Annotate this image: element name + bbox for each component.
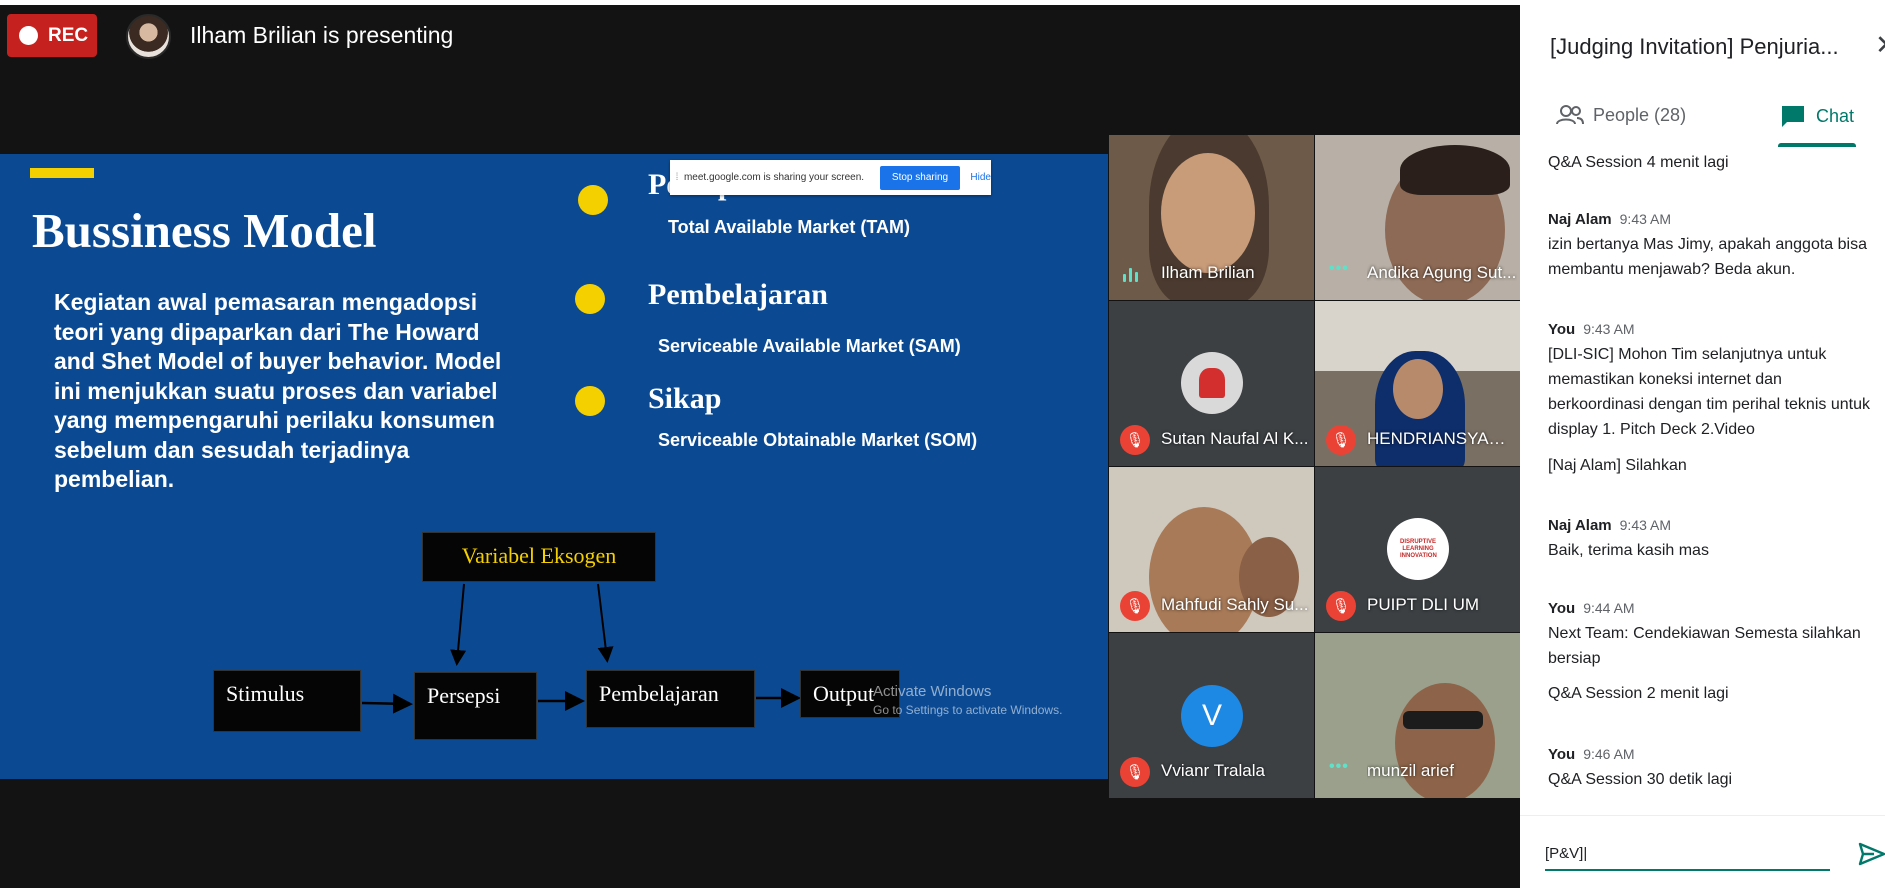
message-text: izin bertanya Mas Jimy, apakah anggota b… — [1548, 236, 1867, 278]
chat-icon — [1782, 106, 1804, 127]
chat-input[interactable] — [1545, 837, 1830, 871]
share-banner-text: meet.google.com is sharing your screen. — [683, 172, 865, 183]
tab-chat[interactable]: Chat — [1780, 104, 1854, 128]
message-text: Baik, terima kasih mas — [1548, 542, 1709, 559]
recording-badge[interactable]: REC — [7, 14, 97, 57]
participant-tile[interactable]: ••• munzil arief — [1315, 633, 1520, 798]
participant-logo: DISRUPTIVE LEARNING INNOVATION — [1387, 518, 1449, 580]
watermark-subtitle: Go to Settings to activate Windows. — [873, 703, 1063, 717]
side-panel: [Judging Invitation] Penjuria... ✕ Peopl… — [1520, 0, 1885, 888]
participant-tile[interactable]: 🎙 Sutan Naufal Al K... — [1109, 301, 1314, 466]
participant-name: HENDRIANSYAH ... — [1367, 429, 1517, 448]
message-text: [DLI-SIC] Mohon Tim selanjutnya untuk me… — [1548, 346, 1870, 438]
participant-tile[interactable]: 🎙 HENDRIANSYAH ... — [1315, 301, 1520, 466]
participant-glasses — [1403, 711, 1483, 729]
presenter-avatar — [126, 14, 171, 59]
rec-label: REC — [48, 24, 89, 46]
hide-banner-button[interactable]: Hide — [960, 172, 991, 183]
tab-people-label: People (28) — [1593, 104, 1687, 125]
message-sender: Naj Alam — [1548, 211, 1612, 228]
participant-name: Ilham Brilian — [1161, 263, 1255, 282]
mic-off-icon: 🎙 — [1326, 425, 1356, 455]
participant-name: munzil arief — [1367, 761, 1454, 780]
meet-window: REC Ilham Brilian is presenting Bussines… — [0, 0, 1885, 888]
close-icon[interactable]: ✕ — [1875, 30, 1885, 61]
participant-tile[interactable]: V 🎙 Vvianr Tralala — [1109, 633, 1314, 798]
participant-tile[interactable]: Ilham Brilian — [1109, 135, 1314, 300]
chat-message: Q&A Session 4 menit lagi — [1548, 150, 1878, 175]
logo-text: DISRUPTIVE LEARNING INNOVATION — [1400, 538, 1437, 559]
message-text: [Naj Alam] Silahkan — [1548, 457, 1687, 474]
message-time: 9:44 AM — [1583, 600, 1635, 616]
active-tab-indicator — [1778, 143, 1856, 147]
participant-hair — [1400, 145, 1510, 195]
diagram-box-persepsi: Persepsi — [414, 672, 537, 740]
chat-message: Naj Alam 9:43 AM izin bertanya Mas Jimy, … — [1548, 207, 1878, 282]
send-icon[interactable] — [1858, 842, 1885, 866]
diagram-box-stimulus: Stimulus — [213, 670, 361, 732]
message-text: Q&A Session 30 detik lagi — [1548, 771, 1733, 788]
message-time: 9:43 AM — [1619, 211, 1672, 227]
participant-name: Vvianr Tralala — [1161, 761, 1265, 780]
chat-message: [Naj Alam] Silahkan — [1548, 453, 1878, 478]
message-sender: Naj Alam — [1548, 517, 1612, 534]
message-sender: You — [1548, 321, 1576, 338]
participant-avatar: V — [1181, 685, 1243, 747]
tab-people[interactable]: People (28) — [1556, 104, 1686, 126]
diagram-box-pembelajaran: Pembelajaran — [586, 670, 755, 728]
presentation-slide: Bussiness Model Kegiatan awal pemasaran … — [0, 154, 1108, 779]
participant-name: Sutan Naufal Al K... — [1161, 429, 1309, 448]
mic-off-icon: 🎙 — [1120, 425, 1150, 455]
more-options-icon[interactable]: ••• — [1329, 260, 1349, 278]
message-sender: You — [1548, 746, 1576, 763]
speaking-indicator-icon — [1123, 268, 1138, 282]
tab-chat-label: Chat — [1816, 105, 1855, 126]
mic-off-icon: 🎙 — [1120, 591, 1150, 621]
presenting-text: Ilham Brilian is presenting — [190, 22, 454, 48]
message-time: 9:43 AM — [1619, 517, 1672, 533]
top-border — [0, 0, 1520, 5]
stop-sharing-button[interactable]: Stop sharing — [879, 165, 961, 190]
message-sender: You — [1548, 600, 1576, 617]
participant-face — [1393, 359, 1443, 419]
people-icon — [1556, 105, 1584, 125]
watermark-title: Activate Windows — [873, 683, 992, 700]
chat-composer — [1520, 815, 1885, 888]
chat-messages: Q&A Session 4 menit lagi Naj Alam 9:43 AM… — [1520, 148, 1885, 816]
message-time: 9:46 AM — [1583, 746, 1635, 762]
chat-message: You 9:46 AM Q&A Session 30 detik lagi — [1548, 742, 1878, 792]
participant-name: Andika Agung Sut... — [1367, 263, 1517, 282]
participant-tile[interactable]: DISRUPTIVE LEARNING INNOVATION 🎙 PUIPT D… — [1315, 467, 1520, 632]
chat-message: You 9:43 AM [DLI-SIC] Mohon Tim selanjutn… — [1548, 317, 1878, 442]
screen-share-banner: ⁞ meet.google.com is sharing your screen… — [670, 160, 991, 195]
message-text: Next Team: Cendekiawan Semesta silahkan … — [1548, 625, 1861, 667]
chat-message: Q&A Session 2 menit lagi — [1548, 681, 1878, 706]
participant-tile[interactable]: ••• Andika Agung Sut... — [1315, 135, 1520, 300]
participant-tile[interactable]: 🎙 Mahfudi Sahly Su... — [1109, 467, 1314, 632]
meeting-title: [Judging Invitation] Penjuria... — [1550, 34, 1839, 59]
record-dot-icon — [19, 26, 38, 45]
diagram-box-eksogen: Variabel Eksogen — [422, 532, 656, 582]
participant-name: Mahfudi Sahly Su... — [1161, 595, 1309, 614]
drag-handle-icon[interactable]: ⁞ — [670, 172, 684, 183]
message-text: Q&A Session 4 menit lagi — [1548, 154, 1729, 171]
participant-avatar — [1181, 352, 1243, 414]
activate-windows-watermark: Activate Windows Go to Settings to activ… — [873, 682, 1062, 720]
participant-name: PUIPT DLI UM — [1367, 595, 1480, 614]
mic-off-icon: 🎙 — [1326, 591, 1356, 621]
chat-message: Naj Alam 9:43 AM Baik, terima kasih mas — [1548, 513, 1878, 563]
message-text: Q&A Session 2 menit lagi — [1548, 685, 1729, 702]
chat-message: You 9:44 AM Next Team: Cendekiawan Semest… — [1548, 596, 1878, 671]
participant-face — [1161, 153, 1255, 273]
mic-off-icon: 🎙 — [1120, 757, 1150, 787]
message-time: 9:43 AM — [1583, 321, 1635, 337]
more-options-icon[interactable]: ••• — [1329, 758, 1349, 776]
